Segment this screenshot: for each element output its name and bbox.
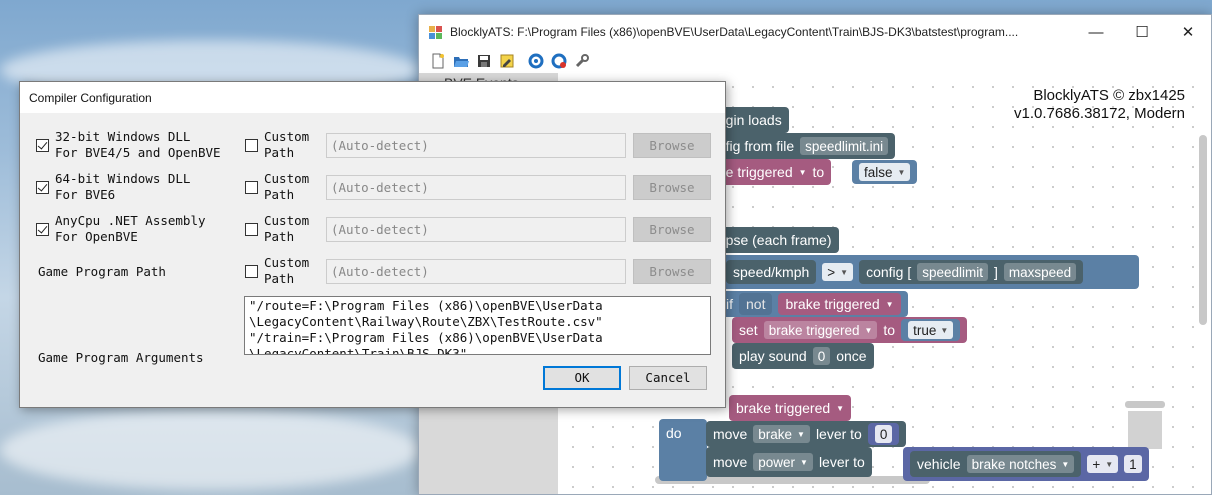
set-brake-triggered-block[interactable]: set brake triggered ▼ to true ▼	[732, 317, 968, 343]
play-sound-block[interactable]: play sound 0 once	[732, 343, 874, 369]
brake-triggered-getter[interactable]: brake triggered ▼	[778, 293, 901, 315]
custom-path-checkbox[interactable]	[245, 139, 258, 152]
target-row-anycpu: AnyCpu .NET Assembly For OpenBVE Custom …	[20, 211, 725, 253]
credit-text: BlocklyATS © zbx1425 v1.0.7686.38172, Mo…	[1014, 87, 1185, 122]
lever-type-dropdown[interactable]: power ▼	[753, 453, 813, 471]
lever-type-dropdown[interactable]: brake ▼	[753, 425, 810, 443]
false-dropdown[interactable]: false ▼	[859, 163, 911, 181]
dropdown-arrow-icon[interactable]: ▼	[799, 168, 807, 177]
app-icon	[429, 25, 442, 39]
main-toolbar	[419, 49, 1211, 73]
desktop-cloud	[0, 410, 420, 490]
number-block[interactable]: 0	[867, 423, 900, 445]
custom-path-checkbox[interactable]	[245, 181, 258, 194]
custom-path-checkbox[interactable]	[245, 265, 258, 278]
config-from-file-block[interactable]: ...fig from file speedlimit.ini	[707, 133, 896, 159]
browse-button[interactable]: Browse	[633, 133, 711, 158]
main-window-title: BlocklyATS: F:\Program Files (x86)\openB…	[450, 25, 1019, 39]
custom-path-checkbox[interactable]	[245, 223, 258, 236]
game-program-arguments-label: Game Program Arguments	[38, 350, 204, 365]
if-not-block[interactable]: if not brake triggered ▼	[719, 291, 908, 317]
target-anycpu-checkbox[interactable]	[36, 223, 49, 236]
close-button[interactable]: ✕	[1165, 23, 1211, 41]
trash-can-icon[interactable]	[1125, 401, 1165, 449]
target-label-line2: For BVE4/5 and OpenBVE	[55, 145, 221, 160]
elapse-event-block[interactable]: ...pse (each frame)	[707, 227, 839, 253]
compile-run-icon[interactable]	[549, 51, 569, 71]
custom-path-input[interactable]: (Auto-detect)	[326, 175, 626, 200]
workspace-vertical-scrollbar[interactable]	[1199, 135, 1207, 325]
browse-button[interactable]: Browse	[633, 217, 711, 242]
game-program-arguments-textarea[interactable]: "/route=F:\Program Files (x86)\openBVE\U…	[244, 296, 711, 355]
ok-button[interactable]: OK	[543, 366, 621, 390]
target-32bit-checkbox[interactable]	[36, 139, 49, 152]
main-titlebar: BlocklyATS: F:\Program Files (x86)\openB…	[419, 15, 1211, 49]
browse-button[interactable]: Browse	[633, 259, 711, 284]
target-row-32bit: 32-bit Windows DLL For BVE4/5 and OpenBV…	[20, 127, 725, 169]
arithmetic-block[interactable]: vehicle brake notches ▼ + ▼ 1	[903, 447, 1149, 481]
move-brake-lever-block[interactable]: move brake ▼ lever to 0	[706, 421, 907, 447]
edit-icon[interactable]	[497, 51, 517, 71]
plus-operator-dropdown[interactable]: + ▼	[1087, 455, 1119, 473]
compile-icon[interactable]	[526, 51, 546, 71]
target-row-64bit: 64-bit Windows DLL For BVE6 Custom Path …	[20, 169, 725, 211]
compiler-configuration-dialog: Compiler Configuration 32-bit Windows DL…	[19, 81, 726, 408]
true-value-block[interactable]: true ▼	[901, 319, 961, 341]
brake-triggered-dropdown[interactable]: brake triggered ▼	[763, 321, 878, 339]
target-label-line1: 32-bit Windows DLL	[55, 129, 191, 144]
dialog-titlebar: Compiler Configuration	[20, 82, 725, 113]
number-field[interactable]: 1	[1124, 455, 1142, 473]
move-power-lever-block[interactable]: move power ▼ lever to	[706, 447, 872, 477]
settings-wrench-icon[interactable]	[572, 51, 592, 71]
game-program-path-row: Game Program Path Custom Path (Auto-dete…	[20, 253, 725, 295]
browse-button[interactable]: Browse	[633, 175, 711, 200]
save-icon[interactable]	[474, 51, 494, 71]
false-value-block[interactable]: false ▼	[852, 160, 918, 184]
open-folder-icon[interactable]	[451, 51, 471, 71]
target-64bit-checkbox[interactable]	[36, 181, 49, 194]
not-block[interactable]: not	[739, 293, 773, 315]
custom-path-input[interactable]: (Auto-detect)	[326, 217, 626, 242]
custom-path-input[interactable]: (Auto-detect)	[326, 133, 626, 158]
config-lookup-block[interactable]: config [ speedlimit ] maxspeed	[859, 260, 1084, 284]
game-program-path-input[interactable]: (Auto-detect)	[326, 259, 626, 284]
brake-triggered-condition[interactable]: brake triggered ▼	[729, 395, 852, 421]
minimize-button[interactable]: —	[1073, 24, 1119, 41]
cancel-button[interactable]: Cancel	[629, 366, 707, 390]
new-file-icon[interactable]	[428, 51, 448, 71]
compare-block[interactable]: speed/kmph > ▼ config [ speedlimit ] maxs…	[719, 255, 1139, 289]
speed-kmph-block[interactable]: speed/kmph	[726, 260, 817, 284]
maximize-button[interactable]: ☐	[1119, 23, 1165, 41]
vehicle-brake-notches-block[interactable]: vehicle brake notches ▼	[910, 451, 1082, 477]
operator-dropdown[interactable]: > ▼	[822, 263, 854, 281]
do-block[interactable]: do	[659, 419, 707, 481]
config-file-field[interactable]: speedlimit.ini	[800, 137, 889, 155]
game-program-path-label: Game Program Path	[38, 264, 166, 279]
